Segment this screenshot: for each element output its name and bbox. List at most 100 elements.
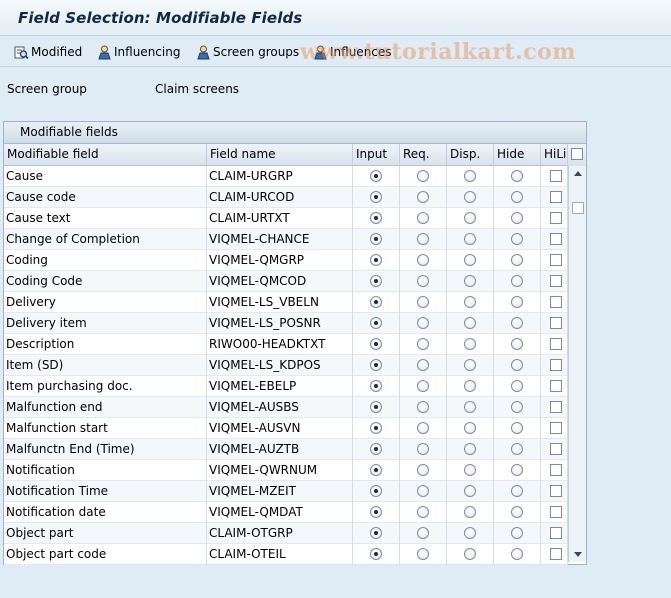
hili-checkbox[interactable] xyxy=(550,548,562,560)
scroll-thumb[interactable] xyxy=(572,202,584,214)
table-row[interactable]: Notification Time VIQMEL-MZEIT xyxy=(4,481,568,502)
table-row[interactable]: Description RIWO00-HEADKTXT xyxy=(4,334,568,355)
disp-radio[interactable] xyxy=(464,401,476,413)
req-radio[interactable] xyxy=(417,527,429,539)
table-row[interactable]: Item (SD) VIQMEL-LS_KDPOS xyxy=(4,355,568,376)
input-radio[interactable] xyxy=(370,296,382,308)
req-radio[interactable] xyxy=(417,170,429,182)
input-radio[interactable] xyxy=(370,506,382,518)
hide-radio[interactable] xyxy=(511,275,523,287)
input-radio[interactable] xyxy=(370,170,382,182)
hide-radio[interactable] xyxy=(511,548,523,560)
input-radio[interactable] xyxy=(370,443,382,455)
column-header-hili[interactable]: HiLi xyxy=(541,144,568,165)
disp-radio[interactable] xyxy=(464,548,476,560)
hili-checkbox[interactable] xyxy=(550,527,562,539)
column-header-hide[interactable]: Hide xyxy=(494,144,541,165)
disp-radio[interactable] xyxy=(464,254,476,266)
input-radio[interactable] xyxy=(370,422,382,434)
column-header-field-name[interactable]: Field name xyxy=(207,144,353,165)
req-radio[interactable] xyxy=(417,464,429,476)
table-row[interactable]: Item purchasing doc. VIQMEL-EBELP xyxy=(4,376,568,397)
disp-radio[interactable] xyxy=(464,359,476,371)
input-radio[interactable] xyxy=(370,212,382,224)
scroll-down-icon[interactable] xyxy=(572,548,584,560)
hili-checkbox[interactable] xyxy=(550,212,562,224)
column-header-input[interactable]: Input xyxy=(353,144,400,165)
disp-radio[interactable] xyxy=(464,443,476,455)
hili-checkbox[interactable] xyxy=(550,506,562,518)
input-radio[interactable] xyxy=(370,254,382,266)
disp-radio[interactable] xyxy=(464,464,476,476)
hili-checkbox[interactable] xyxy=(550,254,562,266)
req-radio[interactable] xyxy=(417,380,429,392)
req-radio[interactable] xyxy=(417,506,429,518)
req-radio[interactable] xyxy=(417,317,429,329)
input-radio[interactable] xyxy=(370,527,382,539)
column-header-modifiable-field[interactable]: Modifiable field xyxy=(4,144,207,165)
input-radio[interactable] xyxy=(370,380,382,392)
table-row[interactable]: Object part code CLAIM-OTEIL xyxy=(4,544,568,565)
hide-radio[interactable] xyxy=(511,359,523,371)
table-row[interactable]: Malfunction start VIQMEL-AUSVN xyxy=(4,418,568,439)
table-row[interactable]: Object part CLAIM-OTGRP xyxy=(4,523,568,544)
column-header-disp[interactable]: Disp. xyxy=(447,144,494,165)
table-row[interactable]: Notification date VIQMEL-QMDAT xyxy=(4,502,568,523)
hili-checkbox[interactable] xyxy=(550,485,562,497)
disp-radio[interactable] xyxy=(464,485,476,497)
column-config-icon[interactable] xyxy=(571,148,583,160)
select-all-corner[interactable] xyxy=(568,144,586,166)
input-radio[interactable] xyxy=(370,359,382,371)
req-radio[interactable] xyxy=(417,212,429,224)
req-radio[interactable] xyxy=(417,443,429,455)
disp-radio[interactable] xyxy=(464,275,476,287)
input-radio[interactable] xyxy=(370,317,382,329)
hide-radio[interactable] xyxy=(511,422,523,434)
req-radio[interactable] xyxy=(417,485,429,497)
vertical-scrollbar[interactable] xyxy=(568,166,586,562)
hili-checkbox[interactable] xyxy=(550,233,562,245)
table-row[interactable]: Delivery VIQMEL-LS_VBELN xyxy=(4,292,568,313)
hide-radio[interactable] xyxy=(511,464,523,476)
hide-radio[interactable] xyxy=(511,254,523,266)
hide-radio[interactable] xyxy=(511,380,523,392)
table-row[interactable]: Malfunction end VIQMEL-AUSBS xyxy=(4,397,568,418)
disp-radio[interactable] xyxy=(464,170,476,182)
hide-radio[interactable] xyxy=(511,485,523,497)
table-row[interactable]: Delivery item VIQMEL-LS_POSNR xyxy=(4,313,568,334)
disp-radio[interactable] xyxy=(464,527,476,539)
disp-radio[interactable] xyxy=(464,233,476,245)
hili-checkbox[interactable] xyxy=(550,170,562,182)
table-row[interactable]: Coding VIQMEL-QMGRP xyxy=(4,250,568,271)
hili-checkbox[interactable] xyxy=(550,443,562,455)
column-header-req[interactable]: Req. xyxy=(400,144,447,165)
req-radio[interactable] xyxy=(417,359,429,371)
screen-groups-button[interactable]: Screen groups xyxy=(196,43,299,61)
table-row[interactable]: Cause text CLAIM-URTXT xyxy=(4,208,568,229)
hili-checkbox[interactable] xyxy=(550,275,562,287)
hide-radio[interactable] xyxy=(511,401,523,413)
req-radio[interactable] xyxy=(417,296,429,308)
table-row[interactable]: Coding Code VIQMEL-QMCOD xyxy=(4,271,568,292)
input-radio[interactable] xyxy=(370,233,382,245)
input-radio[interactable] xyxy=(370,275,382,287)
hili-checkbox[interactable] xyxy=(550,401,562,413)
input-radio[interactable] xyxy=(370,338,382,350)
hili-checkbox[interactable] xyxy=(550,296,562,308)
input-radio[interactable] xyxy=(370,191,382,203)
hili-checkbox[interactable] xyxy=(550,191,562,203)
hide-radio[interactable] xyxy=(511,191,523,203)
disp-radio[interactable] xyxy=(464,380,476,392)
table-row[interactable]: Change of Completion VIQMEL-CHANCE xyxy=(4,229,568,250)
req-radio[interactable] xyxy=(417,275,429,287)
req-radio[interactable] xyxy=(417,422,429,434)
modified-button[interactable]: Modified xyxy=(14,43,82,61)
req-radio[interactable] xyxy=(417,233,429,245)
disp-radio[interactable] xyxy=(464,191,476,203)
disp-radio[interactable] xyxy=(464,422,476,434)
input-radio[interactable] xyxy=(370,401,382,413)
req-radio[interactable] xyxy=(417,254,429,266)
hili-checkbox[interactable] xyxy=(550,359,562,371)
hide-radio[interactable] xyxy=(511,233,523,245)
hide-radio[interactable] xyxy=(511,170,523,182)
